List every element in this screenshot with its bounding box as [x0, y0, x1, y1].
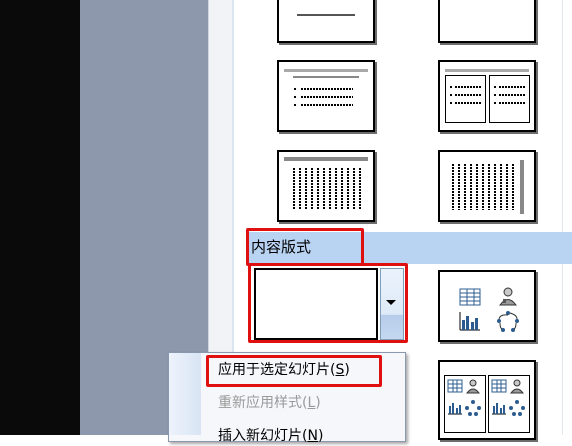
- layout-title-and-vertical-text[interactable]: [277, 150, 375, 222]
- person-icon: [499, 287, 517, 306]
- layout-vertical-title-and-text[interactable]: [438, 150, 536, 222]
- diagram-icon: [465, 400, 481, 416]
- menu-icon-gutter: [169, 353, 201, 435]
- person-icon: [509, 379, 525, 394]
- layout-blank[interactable]: [438, 0, 536, 43]
- diagram-icon: [509, 400, 525, 416]
- bar-chart-icon: [448, 403, 462, 415]
- menu-item-text: 插入新幻灯片(: [218, 428, 308, 444]
- table-icon: [447, 379, 463, 393]
- layout-title-only[interactable]: [277, 0, 375, 43]
- table-icon: [459, 288, 481, 306]
- menu-item-access-key: N: [307, 428, 318, 444]
- menu-item-insert-new-slide[interactable]: 插入新幻灯片(N): [218, 426, 323, 446]
- highlight-box-menu-item: [206, 355, 382, 387]
- menu-item-text: 重新应用样式(: [218, 395, 308, 411]
- menu-item-reapply-style: 重新应用样式(L): [218, 393, 321, 413]
- highlight-box-section-header: [246, 228, 364, 266]
- layout-content[interactable]: [438, 270, 536, 342]
- menu-item-close-paren: ): [317, 428, 324, 444]
- bar-chart-icon: [492, 403, 506, 415]
- black-strip: [0, 0, 80, 435]
- layout-two-content[interactable]: [438, 360, 536, 440]
- diagram-icon: [497, 311, 519, 332]
- layout-title-and-two-column-text[interactable]: [438, 60, 536, 132]
- bar-chart-icon: [459, 312, 480, 331]
- menu-item-close-paren: ): [315, 395, 321, 411]
- table-icon: [491, 379, 507, 393]
- highlight-box-selected-layout: [248, 263, 408, 343]
- layout-title-and-text[interactable]: [277, 60, 375, 132]
- person-icon: [465, 379, 481, 394]
- task-pane-scrollbar[interactable]: [562, 0, 572, 435]
